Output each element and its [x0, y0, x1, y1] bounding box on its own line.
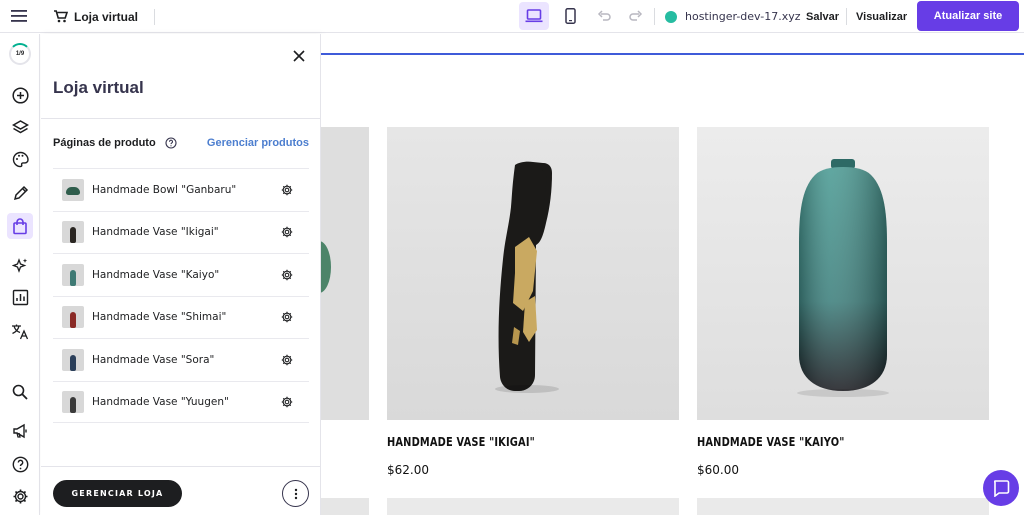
product-title[interactable]: HANDMADE VASE "IKIGAI": [387, 435, 535, 449]
divider: [41, 466, 321, 467]
publish-button[interactable]: Atualizar site: [917, 1, 1019, 31]
product-row[interactable]: Handmade Vase "Shimai": [53, 295, 309, 339]
add-icon[interactable]: [7, 82, 33, 108]
gear-icon[interactable]: [277, 392, 297, 412]
gear-icon[interactable]: [277, 350, 297, 370]
chat-icon[interactable]: [983, 470, 1019, 506]
gear-icon[interactable]: [277, 265, 297, 285]
store-title: Loja virtual: [54, 0, 156, 33]
palette-icon[interactable]: [7, 146, 33, 172]
divider: [846, 8, 847, 25]
product-name: Handmade Bowl "Ganbaru": [92, 183, 237, 196]
gear-icon[interactable]: [277, 180, 297, 200]
product-row[interactable]: Handmade Vase "Kaiyo": [53, 253, 309, 296]
close-icon[interactable]: [290, 47, 308, 65]
product-name: Handmade Vase "Yuugen": [92, 395, 229, 408]
product-row[interactable]: Handmade Vase "Yuugen": [53, 380, 309, 423]
product-image-ikigai[interactable]: [387, 127, 679, 420]
product-pages-header: Páginas de produto Gerenciar produtos: [53, 134, 309, 152]
top-bar: Loja virtual hostinger-dev-17.xyz Salvar…: [0, 0, 1024, 33]
device-switcher: [519, 2, 585, 30]
section-highlight-line: [321, 53, 1024, 55]
product-image[interactable]: [387, 498, 679, 515]
laptop-icon: [525, 9, 543, 23]
product-image-kaiyo[interactable]: [697, 127, 989, 420]
product-thumbnail: [62, 263, 84, 286]
redo-icon[interactable]: [625, 5, 647, 27]
site-preview: HANDMADE VASE "IKIGAI" $62.00 HANDMADE V…: [321, 34, 1024, 515]
product-thumbnail: [62, 221, 84, 244]
shopping-bag-icon[interactable]: [7, 213, 33, 239]
product-row[interactable]: Handmade Bowl "Ganbaru": [53, 168, 309, 211]
left-rail: 1/9: [0, 34, 40, 515]
product-name: Handmade Vase "Sora": [92, 353, 215, 366]
domain-label: hostinger-dev-17.xyz: [685, 10, 801, 23]
store-title-label: Loja virtual: [74, 9, 139, 24]
product-thumbnail: [62, 348, 84, 371]
phone-icon: [564, 8, 576, 24]
settings-icon[interactable]: [7, 483, 33, 509]
history-controls: [593, 5, 647, 27]
store-panel: Loja virtual Páginas de produto Gerencia…: [41, 34, 321, 515]
gear-icon[interactable]: [277, 307, 297, 327]
analytics-icon[interactable]: [7, 284, 33, 310]
help-icon[interactable]: [7, 451, 33, 477]
product-row[interactable]: Handmade Vase "Sora": [53, 338, 309, 381]
product-title[interactable]: HANDMADE VASE "KAIYO": [697, 435, 845, 449]
desktop-view-button[interactable]: [519, 2, 549, 30]
pen-icon[interactable]: [7, 180, 33, 206]
divider: [154, 8, 156, 25]
panel-title: Loja virtual: [53, 78, 144, 97]
section-label: Páginas de produto: [53, 137, 156, 149]
status-dot-icon: [665, 10, 677, 23]
progress-label: 1/9: [15, 51, 25, 57]
product-thumbnail: [62, 306, 84, 329]
layers-icon[interactable]: [7, 114, 33, 140]
undo-icon[interactable]: [593, 5, 615, 27]
mobile-view-button[interactable]: [555, 2, 585, 30]
search-icon[interactable]: [7, 379, 33, 405]
megaphone-icon[interactable]: [7, 418, 33, 444]
ai-sparkle-icon[interactable]: [7, 252, 33, 278]
save-button[interactable]: Salvar: [806, 0, 839, 33]
manage-products-link[interactable]: Gerenciar produtos: [207, 137, 309, 149]
manage-store-button[interactable]: GERENCIAR LOJA: [53, 480, 182, 507]
product-image[interactable]: [321, 127, 369, 420]
product-list: Handmade Bowl "Ganbaru" Handmade Vase "Ik…: [53, 168, 309, 423]
divider: [654, 8, 655, 25]
setup-progress[interactable]: 1/9: [9, 43, 31, 65]
product-row[interactable]: Handmade Vase "Ikigai": [53, 210, 309, 254]
divider: [41, 118, 321, 119]
question-icon[interactable]: [164, 136, 178, 150]
hamburger-menu-icon[interactable]: [8, 5, 30, 27]
translate-icon[interactable]: [7, 318, 33, 344]
product-price: $62.00: [387, 463, 429, 477]
preview-button[interactable]: Visualizar: [856, 0, 907, 33]
product-image[interactable]: [697, 498, 989, 515]
product-name: Handmade Vase "Kaiyo": [92, 268, 220, 281]
more-options-icon[interactable]: [282, 480, 309, 507]
gear-icon[interactable]: [277, 222, 297, 242]
product-name: Handmade Vase "Shimai": [92, 311, 227, 324]
product-name: Handmade Vase "Ikigai": [92, 226, 219, 239]
product-image[interactable]: [321, 498, 369, 515]
product-price: $60.00: [697, 463, 739, 477]
product-thumbnail: [62, 390, 84, 413]
domain-selector[interactable]: hostinger-dev-17.xyz: [665, 0, 801, 33]
product-thumbnail: [62, 178, 84, 201]
shopping-cart-icon: [54, 10, 68, 23]
